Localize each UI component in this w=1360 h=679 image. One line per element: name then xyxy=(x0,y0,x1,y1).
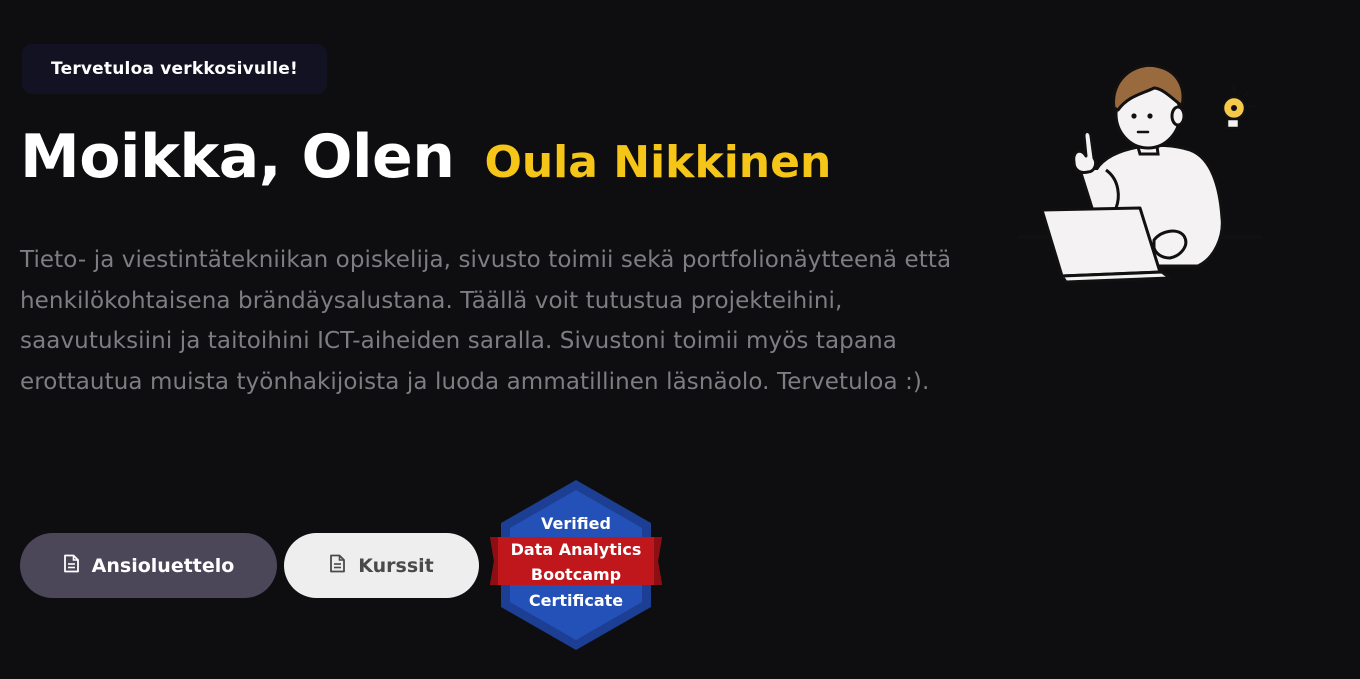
badge-line-verified: Verified xyxy=(541,514,611,533)
welcome-text: Tervetuloa verkkosivulle! xyxy=(51,59,298,79)
cv-button[interactable]: Ansioluettelo xyxy=(20,533,277,598)
intro-paragraph: Tieto- ja viestintätekniikan opiskelija,… xyxy=(20,247,952,395)
courses-button[interactable]: Kurssit xyxy=(284,533,479,598)
hero-section: Tervetuloa verkkosivulle! Moikka, Olen O… xyxy=(0,0,1360,679)
page-title: Moikka, Olen Oula Nikkinen xyxy=(20,122,831,192)
name-highlight: Oula Nikkinen xyxy=(484,137,832,188)
courses-button-label: Kurssit xyxy=(358,554,434,577)
cv-button-label: Ansioluettelo xyxy=(91,554,235,577)
document-icon xyxy=(63,554,80,578)
badge-line-certificate: Certificate xyxy=(528,591,624,610)
document-icon xyxy=(329,554,346,578)
hero-illustration xyxy=(1010,58,1270,288)
certificate-badge[interactable]: Verified Data Analytics Bootcamp Certifi… xyxy=(488,478,664,652)
badge-line-bootcamp: Bootcamp xyxy=(530,565,622,584)
greeting-text: Moikka, Olen xyxy=(20,122,455,192)
badge-line-data-analytics: Data Analytics xyxy=(510,540,642,559)
welcome-pill: Tervetuloa verkkosivulle! xyxy=(22,44,327,94)
